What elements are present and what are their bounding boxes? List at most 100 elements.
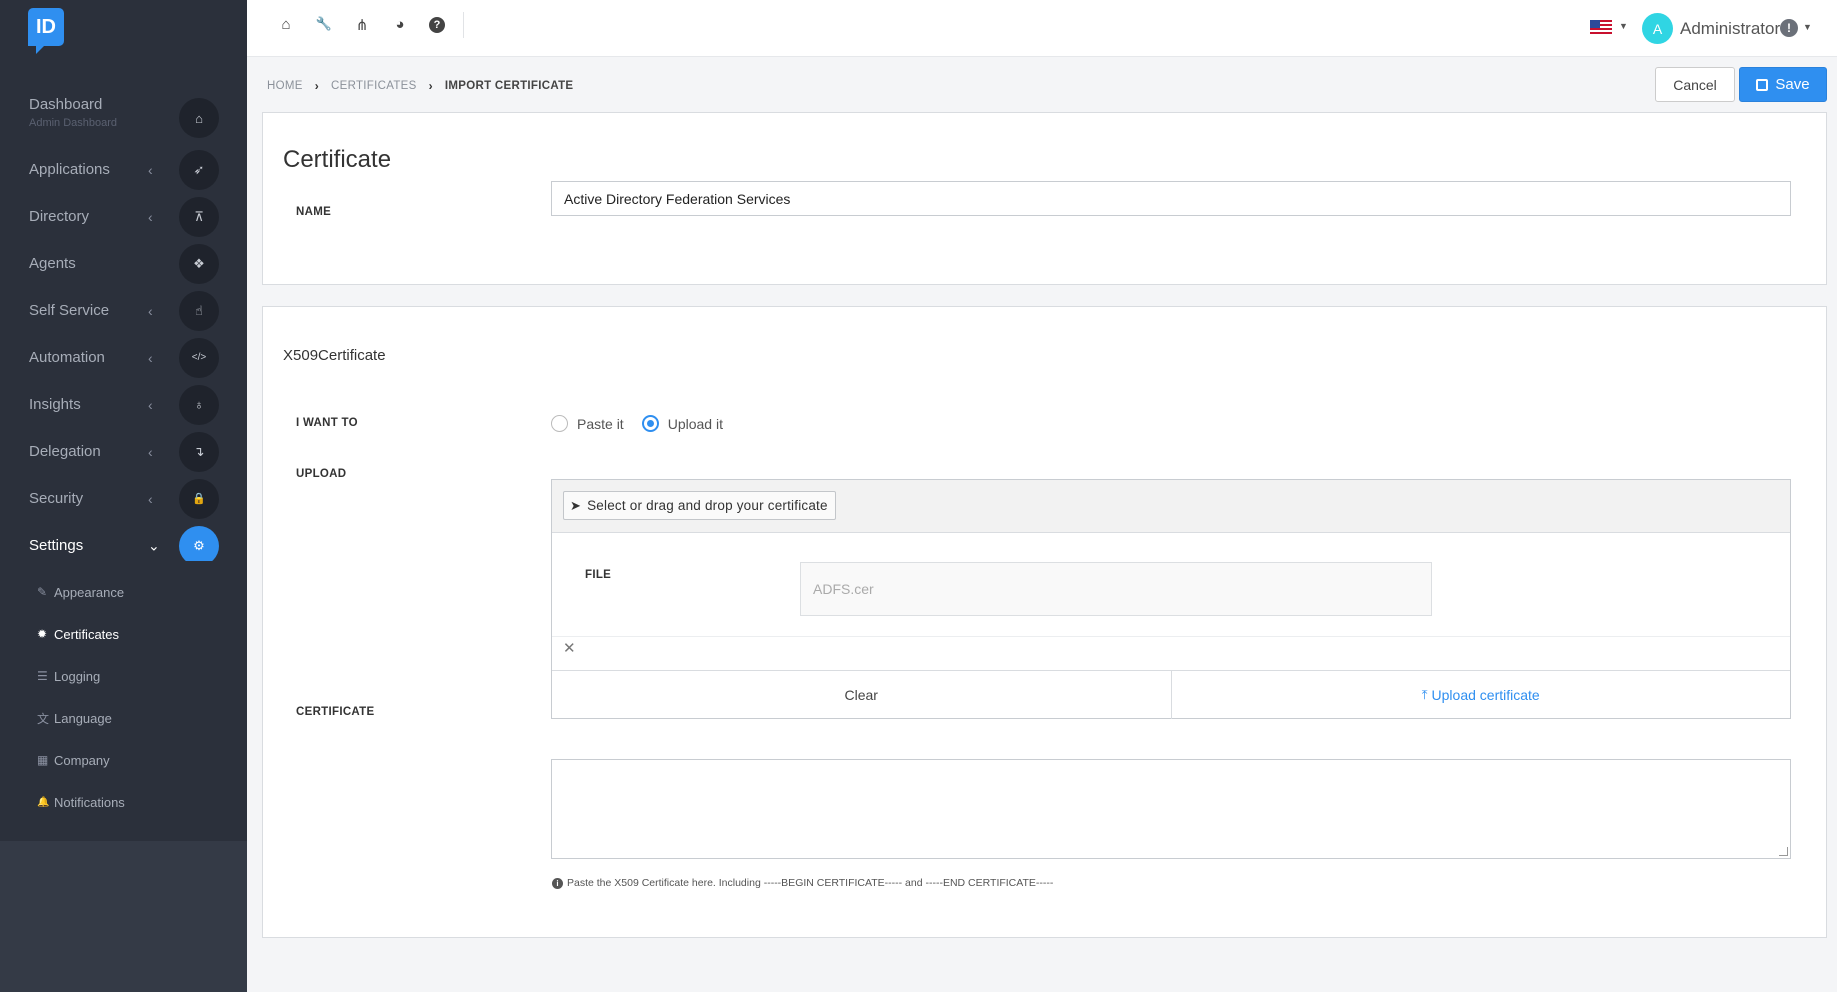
radio-upload-it[interactable]: Upload it	[641, 415, 723, 432]
us-flag-icon[interactable]	[1590, 20, 1612, 34]
sitemap-icon: ⊼	[179, 196, 219, 237]
wrench-icon[interactable]: 🔧	[315, 16, 333, 34]
caret-down-icon[interactable]: ▼	[1803, 22, 1812, 32]
upload-label: UPLOAD	[296, 468, 347, 480]
sidebar-item-directory[interactable]: Directory ‹ ⊼	[0, 193, 247, 240]
sidebar-item-label: Delegation	[29, 443, 101, 460]
breadcrumb-certificates[interactable]: CERTIFICATES	[331, 80, 417, 92]
save-button[interactable]: Save	[1739, 67, 1827, 102]
cubes-icon: ❖	[179, 243, 219, 284]
home-icon: ⌂	[179, 98, 219, 138]
help-text: i Paste the X509 Certificate here. Inclu…	[552, 877, 1053, 889]
radio-paste-it[interactable]: Paste it	[551, 415, 624, 432]
cancel-button[interactable]: Cancel	[1655, 67, 1735, 102]
name-field[interactable]: Active Directory Federation Services	[551, 181, 1791, 216]
top-bar: ⌂ 🔧 ⋔ ◕ ? ▼ A Administrator ! ▼	[247, 0, 1837, 57]
rocket-icon: ➶	[179, 149, 219, 190]
chevron-right-icon: ›	[314, 79, 319, 93]
cursor-icon: ➤	[570, 497, 582, 513]
subnav-item-language[interactable]: 文 Language	[0, 697, 247, 739]
sidebar-item-self-service[interactable]: Self Service ‹ ☝	[0, 287, 247, 334]
alert-icon[interactable]: !	[1780, 19, 1798, 37]
subnav-item-label: Appearance	[54, 584, 125, 600]
close-icon[interactable]: ✕	[563, 639, 576, 657]
subnav-item-certificates[interactable]: ✹ Certificates	[0, 613, 247, 655]
subnav-item-company[interactable]: ▦ Company	[0, 739, 247, 781]
subnav-item-label: Logging	[54, 668, 101, 684]
language-icon: 文	[37, 711, 50, 726]
panel-title: Certificate	[283, 146, 392, 173]
breadcrumb: HOME › CERTIFICATES › IMPORT CERTIFICATE	[267, 79, 573, 93]
avatar[interactable]: A	[1642, 13, 1673, 44]
section-title: X509Certificate	[283, 347, 386, 364]
sidebar-item-label: Applications	[29, 161, 110, 178]
select-file-button[interactable]: ➤ Select or drag and drop your certifica…	[563, 491, 836, 520]
radio-button[interactable]	[551, 415, 568, 432]
caret-down-icon[interactable]: ▼	[1619, 21, 1628, 31]
pie-chart-icon[interactable]: ◕	[391, 16, 409, 34]
subnav-item-label: Language	[54, 710, 112, 726]
paintbrush-icon: ✎	[37, 585, 48, 599]
radio-button-selected[interactable]	[641, 415, 659, 432]
sidebar-nav: Dashboard Admin Dashboard ⌂ Applications…	[0, 58, 247, 566]
chevron-right-icon: ›	[428, 79, 433, 93]
help-icon[interactable]: ?	[429, 17, 445, 33]
sidebar-item-sublabel: Admin Dashboard	[29, 117, 118, 129]
subnav-item-appearance[interactable]: ✎ Appearance	[0, 571, 247, 613]
upload-header: ➤ Select or drag and drop your certifica…	[552, 480, 1790, 533]
sidebar-item-label: Automation	[29, 349, 105, 366]
breadcrumb-current: IMPORT CERTIFICATE	[444, 80, 574, 92]
hand-pointer-icon: ☝	[179, 290, 219, 331]
upload-actions: Clear ⤒ Upload certificate	[552, 670, 1790, 719]
subnav-item-logging[interactable]: ☰ Logging	[0, 655, 247, 697]
share-icon[interactable]: ⋔	[353, 16, 371, 34]
sidebar-item-label: Self Service	[29, 302, 110, 319]
upload-icon: ⤒	[1421, 687, 1428, 702]
help-text-label: Paste the X509 Certificate here. Includi…	[567, 877, 1054, 889]
chevron-left-icon: ‹	[148, 349, 153, 366]
sidebar-item-applications[interactable]: Applications ‹ ➶	[0, 146, 247, 193]
top-bar-icons: ⌂ 🔧 ⋔ ◕ ?	[277, 16, 445, 34]
i-want-to-label: I WANT TO	[296, 417, 358, 429]
sidebar-item-delegation[interactable]: Delegation ‹ ↴	[0, 428, 247, 475]
floppy-disk-icon	[1756, 78, 1769, 91]
bell-icon: 🔔	[37, 796, 50, 808]
chevron-left-icon: ‹	[148, 443, 153, 460]
sidebar-item-insights[interactable]: Insights ‹ ♁	[0, 381, 247, 428]
breadcrumb-home[interactable]: HOME	[267, 80, 303, 92]
chevron-left-icon: ‹	[148, 208, 153, 225]
sidebar-item-label: Dashboard	[29, 96, 103, 113]
chevron-down-icon: ⌄	[148, 537, 160, 553]
sidebar: ID Dashboard Admin Dashboard ⌂ Applicati…	[0, 0, 247, 992]
input-mode-radio-group: Paste it Upload it	[551, 415, 741, 432]
chevron-left-icon: ‹	[148, 302, 153, 319]
certificate-textarea[interactable]	[551, 759, 1791, 859]
settings-subnav: ✎ Appearance ✹ Certificates ☰ Logging 文 …	[0, 561, 247, 841]
certificate-icon: ✹	[37, 627, 48, 641]
user-name[interactable]: Administrator	[1680, 19, 1780, 39]
sidebar-item-security[interactable]: Security ‹ 🔒	[0, 475, 247, 522]
divider	[463, 12, 464, 38]
sidebar-item-automation[interactable]: Automation ‹ </>	[0, 334, 247, 381]
chevron-left-icon: ‹	[148, 396, 153, 413]
upload-dropzone: ➤ Select or drag and drop your certifica…	[551, 479, 1791, 719]
certificate-label: CERTIFICATE	[296, 706, 375, 718]
sidebar-item-agents[interactable]: Agents ❖	[0, 240, 247, 287]
save-button-label: Save	[1775, 76, 1810, 93]
radio-label: Paste it	[577, 415, 624, 432]
subnav-item-label: Notifications	[54, 794, 125, 810]
subnav-item-label: Company	[54, 752, 110, 768]
gear-icon: ⚙	[179, 525, 219, 566]
upload-certificate-label: Upload certificate	[1431, 687, 1540, 703]
app-logo[interactable]: ID	[28, 8, 64, 54]
home-icon[interactable]: ⌂	[277, 16, 295, 34]
sidebar-header: ID	[0, 0, 247, 58]
x509-panel: X509Certificate I WANT TO Paste it Uploa…	[262, 306, 1827, 938]
select-file-label: Select or drag and drop your certificate	[587, 498, 828, 513]
sidebar-item-dashboard[interactable]: Dashboard Admin Dashboard ⌂	[0, 88, 247, 146]
upload-certificate-button[interactable]: ⤒ Upload certificate	[1170, 671, 1791, 719]
code-icon: </>	[179, 337, 219, 378]
subnav-item-notifications[interactable]: 🔔 Notifications	[0, 781, 247, 823]
sidebar-item-label: Security	[29, 490, 84, 507]
clear-button[interactable]: Clear	[552, 671, 1171, 719]
